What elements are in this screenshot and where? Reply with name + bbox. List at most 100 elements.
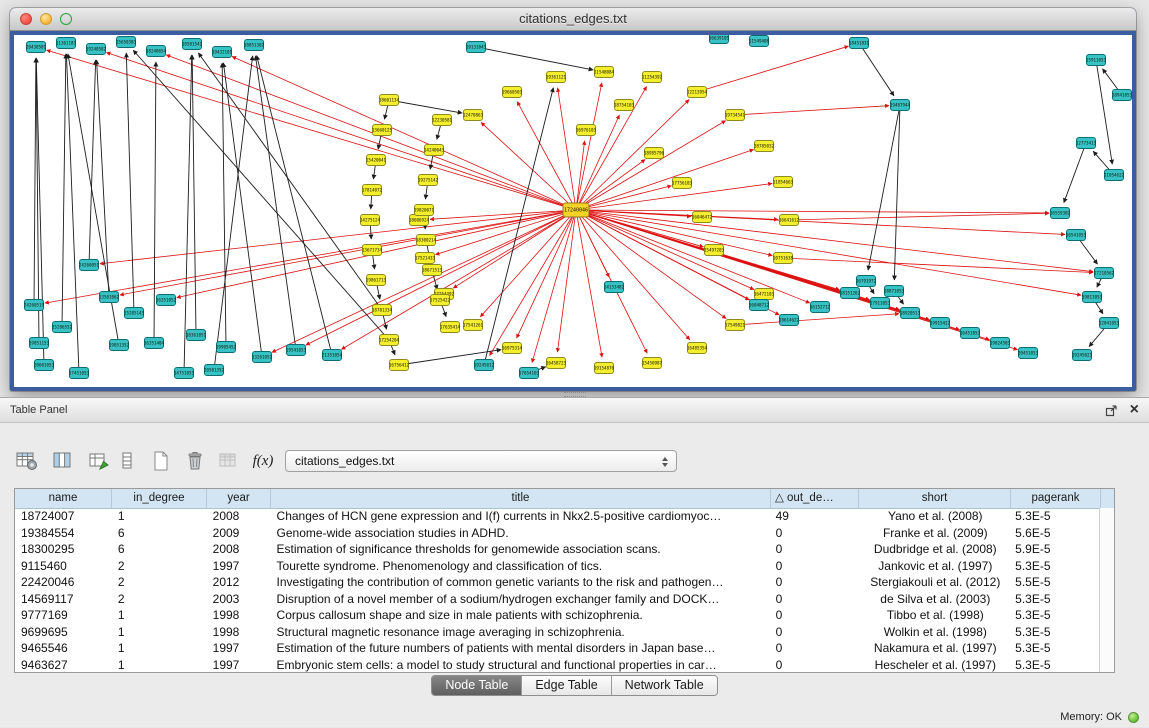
- graph-node[interactable]: 11254392: [642, 72, 663, 83]
- graph-node[interactable]: 18785032: [754, 141, 775, 152]
- graph-node[interactable]: 18601134: [379, 95, 400, 106]
- graph-node[interactable]: 16351052: [156, 295, 177, 306]
- graph-node[interactable]: 17756103: [672, 178, 693, 189]
- import-table-icon[interactable]: [214, 448, 244, 474]
- graph-node[interactable]: 16756412: [389, 360, 410, 371]
- graph-node[interactable]: 14240043: [424, 145, 445, 156]
- close-window-button[interactable]: [20, 13, 32, 25]
- table-row[interactable]: 911546021997Tourette syndrome. Phenomeno…: [15, 558, 1099, 575]
- graph-node[interactable]: 15497203: [704, 245, 725, 256]
- graph-node[interactable]: 17911053: [870, 298, 891, 309]
- graph-node[interactable]: 19861713: [366, 275, 387, 286]
- graph-node[interactable]: 14153482: [604, 282, 625, 293]
- graph-node[interactable]: 17814072: [362, 185, 383, 196]
- graph-node[interactable]: 17635414: [440, 322, 461, 333]
- graph-node[interactable]: 19051352: [109, 340, 130, 351]
- table-row[interactable]: 2242004622012Investigating the contribut…: [15, 574, 1099, 591]
- graph-node[interactable]: 18871053: [884, 286, 905, 297]
- graph-node[interactable]: 19915422: [930, 318, 951, 329]
- tab-network-table[interactable]: Network Table: [612, 676, 717, 695]
- graph-node[interactable]: 18151262: [840, 288, 861, 299]
- graph-node[interactable]: 18941053: [1112, 90, 1132, 101]
- graph-node[interactable]: 19245012: [474, 360, 495, 371]
- graph-node[interactable]: 15205143: [124, 308, 145, 319]
- create-table-icon[interactable]: [146, 448, 176, 474]
- graph-node[interactable]: 19275142: [418, 175, 439, 186]
- graph-node[interactable]: 17549821: [725, 320, 746, 331]
- edit-table-icon[interactable]: [84, 448, 114, 474]
- table-row[interactable]: 1872400712008Changes of HCN gene express…: [15, 508, 1099, 525]
- table-settings-icon[interactable]: [12, 448, 42, 474]
- graph-node[interactable]: 16641612: [779, 215, 800, 226]
- graph-node[interactable]: 16541053: [1066, 230, 1087, 241]
- table-row[interactable]: 969969511998Structural magnetic resonanc…: [15, 624, 1099, 641]
- graph-node[interactable]: 17654103: [519, 368, 540, 379]
- graph-node[interactable]: 15450987: [642, 358, 663, 369]
- graph-node[interactable]: 11054622: [1104, 170, 1125, 181]
- graph-node[interactable]: 16472103: [754, 289, 775, 300]
- function-builder-icon[interactable]: f(x): [248, 448, 278, 474]
- graph-node[interactable]: 18985796: [644, 148, 665, 159]
- graph-node[interactable]: 19820071: [414, 205, 435, 216]
- graph-node[interactable]: 19131043: [466, 42, 487, 53]
- network-canvas[interactable]: 1724004618606924175214331725439217541261…: [14, 35, 1132, 388]
- graph-node[interactable]: 14275124: [360, 215, 381, 226]
- graph-node[interactable]: 12213954: [687, 87, 708, 98]
- column-header-short[interactable]: short: [859, 489, 1011, 508]
- graph-node[interactable]: 12773413: [1076, 138, 1097, 149]
- close-panel-icon[interactable]: ×: [1130, 404, 1139, 416]
- graph-node[interactable]: 19905452: [216, 342, 237, 353]
- graph-node[interactable]: 18671513: [422, 265, 443, 276]
- hub-node[interactable]: 17240046: [563, 203, 589, 217]
- graph-node[interactable]: 12470863: [463, 110, 484, 121]
- graph-node[interactable]: 17521433: [415, 253, 436, 264]
- graph-node[interactable]: 24260051: [79, 260, 100, 271]
- column-header-name[interactable]: name: [15, 489, 112, 508]
- graph-node[interactable]: 11361183: [56, 38, 77, 49]
- graph-node[interactable]: 20501352: [204, 365, 225, 376]
- graph-node[interactable]: 13660125: [372, 125, 393, 136]
- column-header-year[interactable]: year: [207, 489, 271, 508]
- graph-node[interactable]: 10581542: [182, 39, 203, 50]
- graph-node[interactable]: 19487944: [890, 100, 911, 111]
- graph-node[interactable]: 12041053: [1099, 318, 1120, 329]
- graph-node[interactable]: 15650383: [116, 37, 137, 48]
- graph-node[interactable]: 18361051: [186, 330, 207, 341]
- graph-node[interactable]: 18754103: [614, 100, 635, 111]
- graph-node[interactable]: 18606924: [409, 215, 430, 226]
- show-columns-icon[interactable]: [48, 448, 78, 474]
- graph-node[interactable]: 18781334: [372, 305, 393, 316]
- tab-node-table[interactable]: Node Table: [432, 676, 522, 695]
- graph-node[interactable]: 18240654: [146, 46, 167, 57]
- graph-node[interactable]: 17254204: [379, 335, 400, 346]
- graph-node[interactable]: 21351054: [322, 350, 343, 361]
- graph-node[interactable]: 11549408: [749, 36, 770, 47]
- column-header-out_degree[interactable]: △ out_de…: [771, 489, 859, 508]
- graph-node[interactable]: 20451053: [1018, 348, 1039, 359]
- graph-node[interactable]: 16559382: [1050, 208, 1071, 219]
- graph-node[interactable]: 18300214: [416, 235, 437, 246]
- graph-node[interactable]: 19361121: [546, 72, 567, 83]
- graph-node[interactable]: 18851302: [244, 40, 265, 51]
- graph-node[interactable]: 17451053: [69, 368, 90, 379]
- graph-node[interactable]: 16639105: [709, 35, 730, 44]
- table-selector-dropdown[interactable]: citations_edges.txt: [285, 450, 677, 472]
- table-row[interactable]: 946362711997Embryonic stem cells: a mode…: [15, 657, 1099, 673]
- column-header-in_degree[interactable]: in_degree: [112, 489, 207, 508]
- graph-node[interactable]: 19811053: [1082, 292, 1103, 303]
- graph-node[interactable]: 16458723: [546, 358, 567, 369]
- graph-node[interactable]: 16791972: [856, 276, 877, 287]
- graph-node[interactable]: 13671734: [362, 245, 383, 256]
- graph-node[interactable]: 20438581: [26, 42, 47, 53]
- table-row[interactable]: 1938455462009Genome-wide association stu…: [15, 525, 1099, 542]
- graph-node[interactable]: 13581062: [99, 292, 120, 303]
- graph-node[interactable]: 18451831: [849, 38, 870, 49]
- delete-table-icon[interactable]: [180, 448, 210, 474]
- graph-node[interactable]: 15206552: [52, 322, 73, 333]
- graph-node[interactable]: 13261052: [252, 352, 273, 363]
- graph-node[interactable]: 19541053: [286, 345, 307, 356]
- graph-node[interactable]: 16152712: [810, 302, 831, 313]
- graph-node[interactable]: 19245023: [1072, 350, 1093, 361]
- graph-node[interactable]: 11854663: [773, 177, 794, 188]
- graph-node[interactable]: 24260519: [24, 300, 45, 311]
